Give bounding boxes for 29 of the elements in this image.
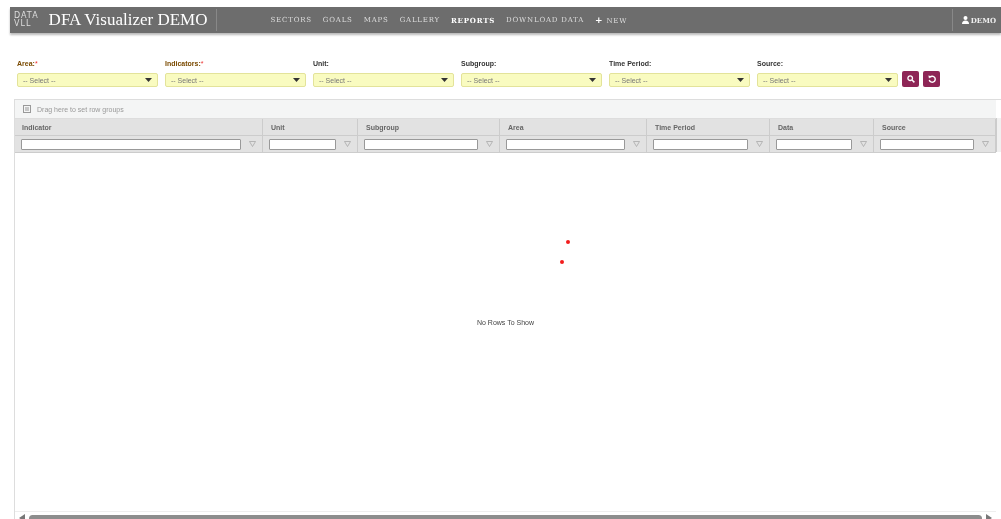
caret-icon <box>293 78 300 82</box>
reset-button[interactable] <box>923 71 940 87</box>
loading-dots-drawing <box>559 239 571 265</box>
app-title: DFA Visualizer DEMO <box>48 10 208 30</box>
column-filter-input[interactable] <box>269 138 336 150</box>
filter-icon[interactable] <box>982 141 989 147</box>
column-filter-input[interactable] <box>364 138 478 150</box>
filter-icon[interactable] <box>860 141 867 147</box>
filter-icon[interactable] <box>633 141 640 147</box>
user-icon <box>961 16 969 24</box>
column-filter-input[interactable] <box>506 138 625 150</box>
undo-icon <box>927 75 936 83</box>
filter-icon[interactable] <box>756 141 763 147</box>
search-button[interactable] <box>902 71 919 87</box>
filter-icon[interactable] <box>344 141 351 147</box>
caret-icon <box>441 78 448 82</box>
search-icon <box>906 75 915 83</box>
column-filter-input[interactable] <box>21 138 241 150</box>
logo[interactable]: DATA VLL <box>14 12 39 28</box>
row-group-icon <box>23 105 31 113</box>
filter-icon[interactable] <box>249 141 256 147</box>
caret-icon <box>737 78 744 82</box>
caret-icon <box>885 78 892 82</box>
caret-icon <box>145 78 152 82</box>
column-filter-input[interactable] <box>776 138 852 150</box>
column-filter-input[interactable] <box>653 138 748 150</box>
filter-icon[interactable] <box>486 141 493 147</box>
column-filter-input[interactable] <box>880 138 974 150</box>
caret-icon <box>589 78 596 82</box>
